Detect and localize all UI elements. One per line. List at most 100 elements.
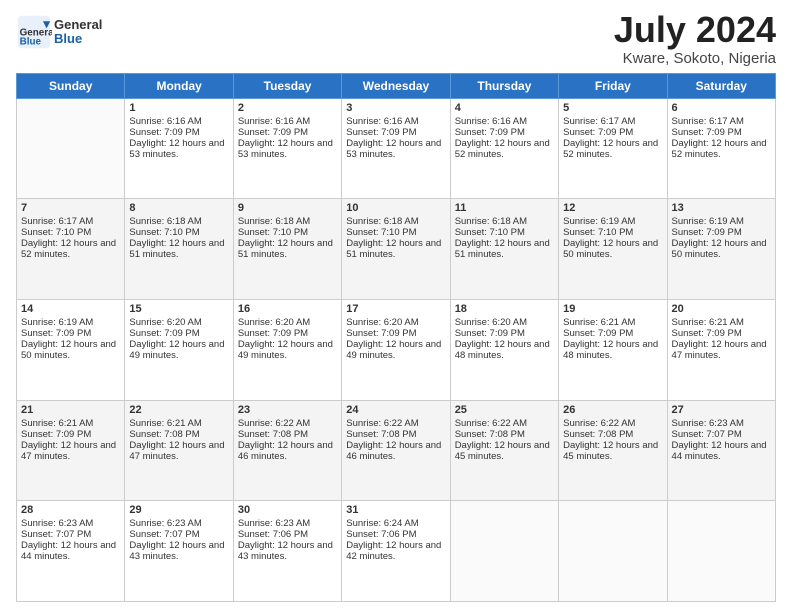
sunset-text: Sunset: 7:09 PM (129, 328, 228, 339)
dow-header: Monday (125, 73, 233, 98)
daylight-text: Daylight: 12 hours and 52 minutes. (21, 238, 120, 260)
calendar-cell: 5Sunrise: 6:17 AMSunset: 7:09 PMDaylight… (559, 98, 667, 199)
day-number: 17 (346, 303, 445, 315)
day-number: 27 (672, 404, 771, 416)
calendar-cell: 12Sunrise: 6:19 AMSunset: 7:10 PMDayligh… (559, 199, 667, 300)
daylight-text: Daylight: 12 hours and 53 minutes. (346, 138, 445, 160)
calendar-cell: 28Sunrise: 6:23 AMSunset: 7:07 PMDayligh… (17, 501, 125, 602)
calendar-week-row: 28Sunrise: 6:23 AMSunset: 7:07 PMDayligh… (17, 501, 776, 602)
daylight-text: Daylight: 12 hours and 46 minutes. (346, 440, 445, 462)
day-number: 16 (238, 303, 337, 315)
day-number: 14 (21, 303, 120, 315)
sunrise-text: Sunrise: 6:19 AM (563, 216, 662, 227)
calendar-cell: 27Sunrise: 6:23 AMSunset: 7:07 PMDayligh… (667, 400, 775, 501)
sunset-text: Sunset: 7:09 PM (21, 328, 120, 339)
day-number: 23 (238, 404, 337, 416)
calendar-cell (450, 501, 558, 602)
sunset-text: Sunset: 7:09 PM (672, 127, 771, 138)
day-number: 21 (21, 404, 120, 416)
daylight-text: Daylight: 12 hours and 51 minutes. (346, 238, 445, 260)
day-number: 4 (455, 102, 554, 114)
calendar-body: 1Sunrise: 6:16 AMSunset: 7:09 PMDaylight… (17, 98, 776, 601)
logo-general: General (54, 17, 102, 32)
sunrise-text: Sunrise: 6:16 AM (346, 116, 445, 127)
daylight-text: Daylight: 12 hours and 50 minutes. (563, 238, 662, 260)
sunrise-text: Sunrise: 6:16 AM (455, 116, 554, 127)
daylight-text: Daylight: 12 hours and 51 minutes. (129, 238, 228, 260)
daylight-text: Daylight: 12 hours and 53 minutes. (129, 138, 228, 160)
day-number: 29 (129, 504, 228, 516)
sunset-text: Sunset: 7:10 PM (21, 227, 120, 238)
sunrise-text: Sunrise: 6:21 AM (672, 317, 771, 328)
page: General Blue General Blue July 2024 Kwar… (0, 0, 792, 612)
calendar-cell (667, 501, 775, 602)
sunrise-text: Sunrise: 6:23 AM (129, 518, 228, 529)
daylight-text: Daylight: 12 hours and 45 minutes. (455, 440, 554, 462)
sunset-text: Sunset: 7:07 PM (672, 429, 771, 440)
dow-header: Saturday (667, 73, 775, 98)
calendar-cell: 6Sunrise: 6:17 AMSunset: 7:09 PMDaylight… (667, 98, 775, 199)
dow-header: Friday (559, 73, 667, 98)
sunset-text: Sunset: 7:09 PM (672, 328, 771, 339)
dow-header: Wednesday (342, 73, 450, 98)
sunrise-text: Sunrise: 6:23 AM (672, 418, 771, 429)
day-number: 15 (129, 303, 228, 315)
calendar-cell: 26Sunrise: 6:22 AMSunset: 7:08 PMDayligh… (559, 400, 667, 501)
sunrise-text: Sunrise: 6:20 AM (346, 317, 445, 328)
calendar-cell: 15Sunrise: 6:20 AMSunset: 7:09 PMDayligh… (125, 299, 233, 400)
sunrise-text: Sunrise: 6:16 AM (129, 116, 228, 127)
daylight-text: Daylight: 12 hours and 50 minutes. (672, 238, 771, 260)
sunrise-text: Sunrise: 6:22 AM (346, 418, 445, 429)
calendar-cell: 17Sunrise: 6:20 AMSunset: 7:09 PMDayligh… (342, 299, 450, 400)
dow-header: Sunday (17, 73, 125, 98)
daylight-text: Daylight: 12 hours and 53 minutes. (238, 138, 337, 160)
day-number: 6 (672, 102, 771, 114)
day-number: 31 (346, 504, 445, 516)
calendar-cell (559, 501, 667, 602)
sunrise-text: Sunrise: 6:22 AM (563, 418, 662, 429)
dow-header: Tuesday (233, 73, 341, 98)
sunset-text: Sunset: 7:08 PM (563, 429, 662, 440)
sunrise-text: Sunrise: 6:24 AM (346, 518, 445, 529)
sunrise-text: Sunrise: 6:18 AM (346, 216, 445, 227)
day-number: 30 (238, 504, 337, 516)
daylight-text: Daylight: 12 hours and 44 minutes. (21, 540, 120, 562)
day-number: 25 (455, 404, 554, 416)
calendar-cell: 8 Sunrise: 6:18 AMSunset: 7:10 PMDaylight… (125, 199, 233, 300)
calendar-cell: 7Sunrise: 6:17 AMSunset: 7:10 PMDaylight… (17, 199, 125, 300)
daylight-text: Daylight: 12 hours and 51 minutes. (238, 238, 337, 260)
day-number: 18 (455, 303, 554, 315)
logo-text: General Blue (54, 18, 102, 47)
calendar-cell: 11Sunrise: 6:18 AMSunset: 7:10 PMDayligh… (450, 199, 558, 300)
sunrise-text: Sunrise: 6:22 AM (455, 418, 554, 429)
calendar-cell: 31Sunrise: 6:24 AMSunset: 7:06 PMDayligh… (342, 501, 450, 602)
day-number: 11 (455, 202, 554, 214)
calendar-cell: 19Sunrise: 6:21 AMSunset: 7:09 PMDayligh… (559, 299, 667, 400)
day-number: 20 (672, 303, 771, 315)
sunset-text: Sunset: 7:09 PM (563, 127, 662, 138)
location: Kware, Sokoto, Nigeria (614, 50, 776, 67)
sunset-text: Sunset: 7:09 PM (21, 429, 120, 440)
days-of-week-row: SundayMondayTuesdayWednesdayThursdayFrid… (17, 73, 776, 98)
day-number: 1 (129, 102, 228, 114)
sunset-text: Sunset: 7:06 PM (238, 529, 337, 540)
logo-blue: Blue (54, 31, 82, 46)
day-number: 8 (129, 202, 228, 214)
day-number: 3 (346, 102, 445, 114)
calendar-cell: 10Sunrise: 6:18 AMSunset: 7:10 PMDayligh… (342, 199, 450, 300)
sunset-text: Sunset: 7:08 PM (346, 429, 445, 440)
sunset-text: Sunset: 7:09 PM (455, 328, 554, 339)
sunrise-text: Sunrise: 6:18 AM (455, 216, 554, 227)
daylight-text: Daylight: 12 hours and 47 minutes. (129, 440, 228, 462)
sunrise-text: Sunrise: 6:21 AM (129, 418, 228, 429)
daylight-text: Daylight: 12 hours and 52 minutes. (455, 138, 554, 160)
sunset-text: Sunset: 7:08 PM (129, 429, 228, 440)
sunrise-text: Sunrise: 6:19 AM (672, 216, 771, 227)
sunset-text: Sunset: 7:09 PM (238, 127, 337, 138)
sunset-text: Sunset: 7:10 PM (129, 227, 228, 238)
sunset-text: Sunset: 7:07 PM (21, 529, 120, 540)
sunrise-text: Sunrise: 6:18 AM (129, 216, 228, 227)
daylight-text: Daylight: 12 hours and 43 minutes. (129, 540, 228, 562)
sunrise-text: Sunrise: 6:20 AM (238, 317, 337, 328)
daylight-text: Daylight: 12 hours and 45 minutes. (563, 440, 662, 462)
